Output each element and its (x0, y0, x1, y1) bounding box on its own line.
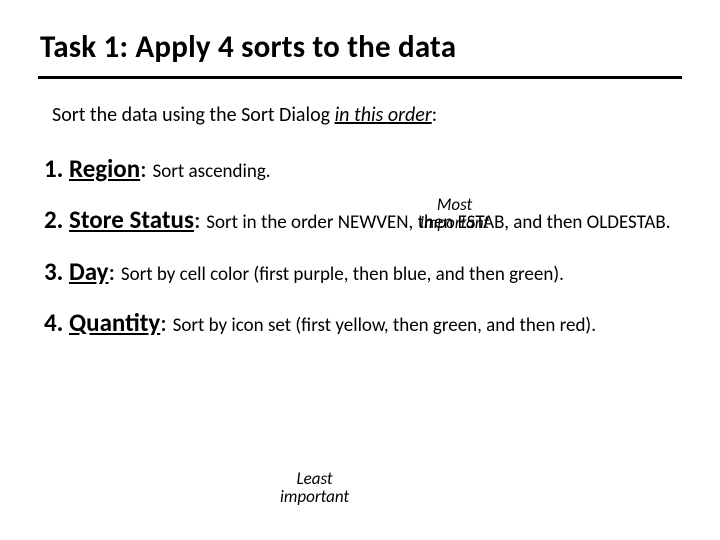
item-desc: Sort ascending. (153, 160, 271, 183)
note-most-important: Most important (420, 196, 489, 232)
item-colon: : (194, 204, 206, 235)
intro-line: Sort the data using the Sort Dialog in t… (38, 103, 682, 127)
item-key: Region (69, 153, 140, 184)
slide: Task 1: Apply 4 sorts to the data Sort t… (0, 0, 720, 540)
list-item: 2. Store Status: Sort in the order NEWVE… (44, 204, 676, 235)
note-least-important: Least important (280, 470, 349, 506)
intro-tail: : (432, 103, 437, 127)
sort-list: 1. Region: Sort ascending. 2. Store Stat… (38, 153, 682, 338)
intro-prefix: Sort the data using the Sort Dialog (52, 103, 335, 127)
item-colon: : (109, 256, 121, 287)
item-number: 4. (44, 307, 69, 338)
intro-suffix: in this order (335, 103, 432, 127)
list-item: 3. Day: Sort by cell color (first purple… (44, 256, 676, 287)
item-key: Day (69, 256, 109, 287)
item-desc: Sort by cell color (first purple, then b… (121, 263, 564, 286)
list-item: 1. Region: Sort ascending. (44, 153, 676, 184)
item-desc: Sort by icon set (first yellow, then gre… (173, 314, 596, 337)
item-number: 1. (44, 153, 69, 184)
item-number: 3. (44, 256, 69, 287)
item-key: Quantity (69, 307, 160, 338)
item-number: 2. (44, 204, 69, 235)
item-key: Store Status (69, 204, 194, 235)
item-colon: : (140, 153, 152, 184)
list-item: 4. Quantity: Sort by icon set (first yel… (44, 307, 676, 338)
slide-title: Task 1: Apply 4 sorts to the data (38, 28, 682, 79)
item-colon: : (160, 307, 172, 338)
